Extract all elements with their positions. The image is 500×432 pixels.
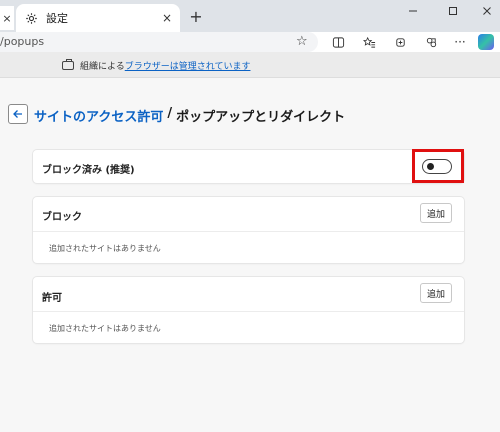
allow-empty-text: 追加されたサイトはありません [49,324,161,333]
managed-link[interactable]: ブラウザーは管理されています [125,59,251,72]
minimize-button[interactable] [396,0,430,22]
block-empty-text: 追加されたサイトはありません [49,244,161,253]
maximize-button[interactable] [436,0,470,22]
block-section: ブロック 追加 追加されたサイトはありません [33,197,464,263]
gear-icon [24,11,38,25]
star-icon[interactable]: ☆ [296,34,308,49]
more-icon[interactable]: ··· [452,34,468,50]
extensions-icon[interactable] [423,34,439,50]
divider [33,311,464,312]
blocked-setting-label: ブロック済み (推奨) [42,165,135,176]
split-screen-icon[interactable] [330,34,346,50]
address-text: /popups [0,35,45,48]
back-arrow-icon [13,110,22,118]
allow-section-title: 許可 [42,293,62,304]
breadcrumb-separator: / [167,106,173,121]
allow-section: 許可 追加 追加されたサイトはありません [33,277,464,343]
address-bar[interactable]: /popups ☆ [0,32,318,52]
divider [33,231,464,232]
copilot-icon[interactable] [478,34,494,50]
briefcase-icon [62,59,74,70]
blocked-setting-card: ブロック済み (推奨) [33,150,464,183]
minimize-icon [409,10,417,12]
new-tab-button[interactable]: + [186,6,206,26]
toolbar: /popups ☆ ··· [0,32,500,52]
collections-icon[interactable] [392,34,408,50]
managed-banner: 組織による ブラウザーは管理されています [0,52,500,78]
breadcrumb-site-permissions[interactable]: サイトのアクセス許可 [34,106,163,125]
tab-title: 設定 [46,12,68,25]
close-window-button[interactable] [470,0,500,22]
blocked-toggle[interactable] [422,159,452,174]
tab-settings[interactable]: 設定 × [16,4,180,32]
allow-add-button[interactable]: 追加 [420,283,452,303]
close-icon [483,7,491,15]
page-title: ポップアップとリダイレクト [176,110,346,125]
favorites-icon[interactable] [361,34,377,50]
previous-tab-close-button[interactable]: × [0,6,14,30]
tab-close-button[interactable]: × [162,11,172,25]
page-heading: サイトのアクセス許可 / ポップアップとリダイレクト [34,106,345,125]
block-add-button[interactable]: 追加 [420,203,452,223]
maximize-icon [449,7,457,15]
back-button[interactable] [8,104,28,124]
block-section-title: ブロック [42,212,82,223]
tab-strip: × 設定 × + [0,0,500,32]
banner-prefix: 組織による [80,62,125,72]
toggle-knob [427,163,434,170]
